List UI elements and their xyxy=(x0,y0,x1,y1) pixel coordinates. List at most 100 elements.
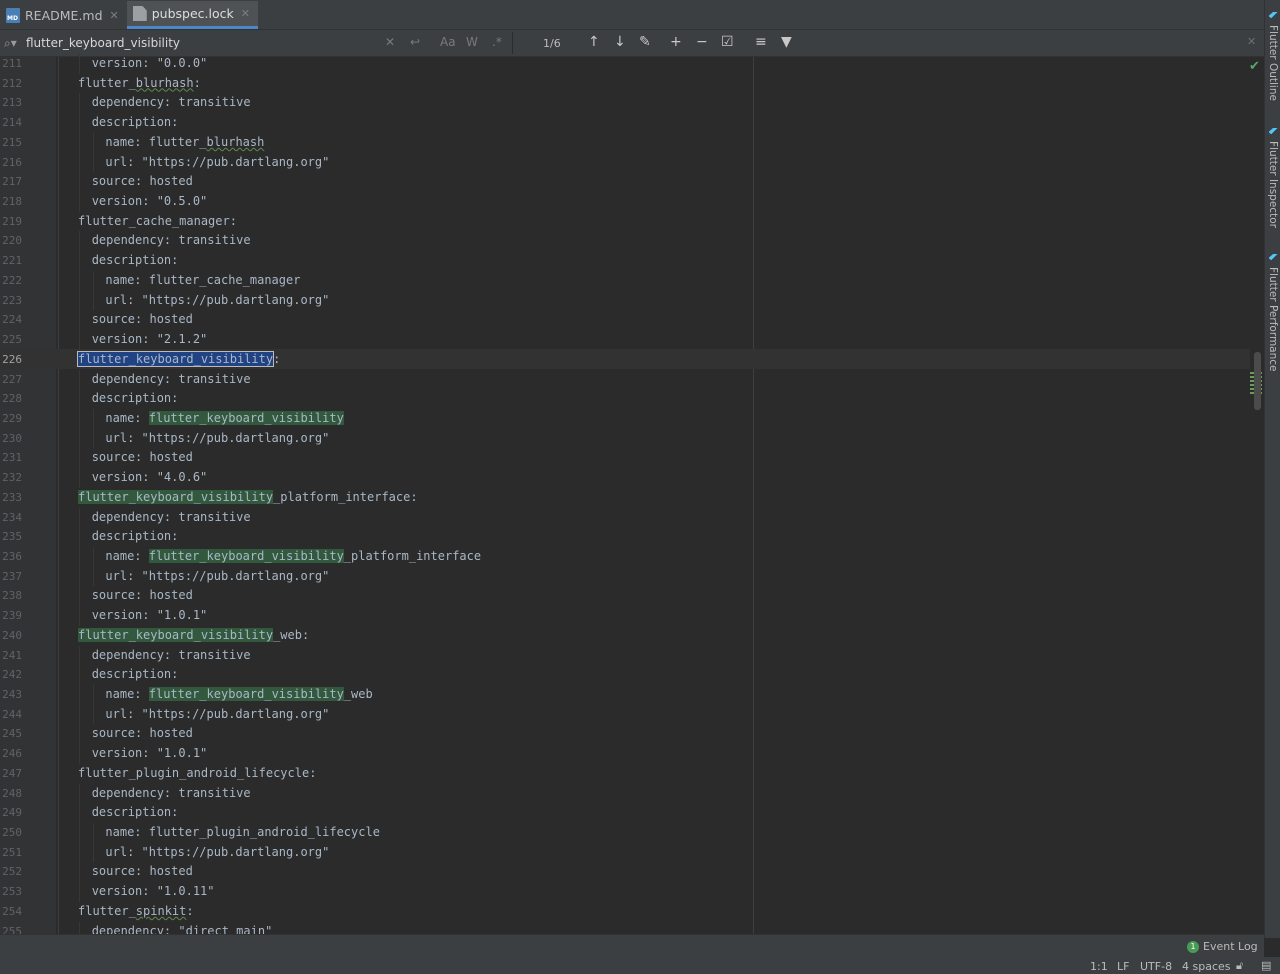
code-line[interactable]: 223 url: "https://pub.dartlang.org" xyxy=(0,290,1250,311)
code-line[interactable]: 251 url: "https://pub.dartlang.org" xyxy=(0,842,1250,863)
tab-pubspec-lock[interactable]: pubspec.lock ✕ xyxy=(126,1,258,29)
code-line[interactable]: 247 flutter_plugin_android_lifecycle: xyxy=(0,764,1250,784)
add-occurrence-icon[interactable]: + xyxy=(670,34,682,50)
indent-guide xyxy=(79,369,80,390)
code-line[interactable]: 229 name: flutter_keyboard_visibility xyxy=(0,408,1250,429)
code-editor[interactable]: 211 version: "0.0.0" 212 flutter_blurhash: 2… xyxy=(0,54,1250,942)
code-line[interactable]: 217 source: hosted xyxy=(0,172,1250,193)
code-line[interactable]: 242 description: xyxy=(0,665,1250,685)
code-line[interactable]: 246 version: "1.0.1" xyxy=(0,744,1250,764)
code-line[interactable]: 228 description: xyxy=(0,389,1250,409)
whole-words-toggle[interactable]: W xyxy=(466,35,478,49)
code-line[interactable]: 234 dependency: transitive xyxy=(0,507,1250,528)
filter-options-icon[interactable]: ≡ xyxy=(755,34,767,50)
code-line[interactable]: 241 dependency: transitive xyxy=(0,645,1250,666)
previous-occurrence-icon[interactable]: ↑ xyxy=(588,34,600,50)
code-line[interactable]: 221 description: xyxy=(0,251,1250,271)
code-line[interactable]: 233 flutter_keyboard_visibility_platform_… xyxy=(0,488,1250,508)
search-match: flutter_keyboard_visibility xyxy=(78,489,274,504)
code-line[interactable]: 250 name: flutter_plugin_android_lifecycl… xyxy=(0,823,1250,843)
line-separator[interactable]: LF xyxy=(1117,960,1129,973)
close-find-icon[interactable]: ✕ xyxy=(1247,35,1256,48)
code-line[interactable]: 212 flutter_blurhash: xyxy=(0,74,1250,94)
remove-occurrence-icon[interactable]: − xyxy=(696,34,708,50)
code-line[interactable]: 236 name: flutter_keyboard_visibility_pla… xyxy=(0,546,1250,567)
indent-guide xyxy=(92,842,94,863)
regex-toggle[interactable]: .* xyxy=(492,35,502,49)
line-number: 246 xyxy=(2,747,22,761)
indent-guide xyxy=(79,408,80,429)
indent-guide xyxy=(79,606,80,626)
indent-setting[interactable]: 4 spaces xyxy=(1182,960,1231,973)
code-line[interactable]: 254 flutter_spinkit: xyxy=(0,902,1250,922)
lock-file-icon xyxy=(132,6,147,21)
code-line[interactable]: 230 url: "https://pub.dartlang.org" xyxy=(0,428,1250,449)
code-line[interactable]: 225 version: "2.1.2" xyxy=(0,330,1250,350)
code-text: version: "0.5.0" xyxy=(91,194,208,209)
code-line[interactable]: 218 version: "0.5.0" xyxy=(0,192,1250,212)
line-number: 219 xyxy=(2,214,22,228)
line-number: 234 xyxy=(2,510,22,524)
search-input[interactable] xyxy=(22,34,390,52)
code-line[interactable]: 224 source: hosted xyxy=(0,310,1250,331)
code-line[interactable]: 237 url: "https://pub.dartlang.org" xyxy=(0,566,1250,587)
code-text: url: "https://pub.dartlang.org" xyxy=(105,706,330,721)
code-line[interactable]: 245 source: hosted xyxy=(0,724,1250,745)
vertical-scrollbar[interactable] xyxy=(1254,352,1261,410)
code-line[interactable]: 249 description: xyxy=(0,803,1250,824)
code-line[interactable]: 252 source: hosted xyxy=(0,862,1250,883)
code-line[interactable]: 214 description: xyxy=(0,113,1250,133)
flutter-inspector-tool[interactable]: Flutter Inspector xyxy=(1265,128,1280,228)
code-line[interactable]: 243 name: flutter_keyboard_visibility_web xyxy=(0,685,1250,705)
clear-search-icon[interactable]: ✕ xyxy=(385,35,395,49)
code-line[interactable]: 253 version: "1.0.11" xyxy=(0,882,1250,902)
line-number: 225 xyxy=(2,333,22,347)
code-line[interactable]: 226 flutter_keyboard_visibility: xyxy=(0,350,1250,370)
code-text: version: "1.0.11" xyxy=(91,884,215,899)
lock-icon[interactable]: 🔓︎ xyxy=(1236,959,1243,973)
code-line[interactable]: 227 dependency: transitive xyxy=(0,369,1250,390)
code-text: url: "https://pub.dartlang.org" xyxy=(105,844,330,859)
indent-guide xyxy=(79,192,80,212)
code-line[interactable]: 216 url: "https://pub.dartlang.org" xyxy=(0,152,1250,173)
code-line[interactable]: 215 name: flutter_blurhash xyxy=(0,132,1250,153)
new-line-icon[interactable]: ↩ xyxy=(410,35,420,49)
code-line[interactable]: 240 flutter_keyboard_visibility_web: xyxy=(0,626,1250,646)
event-log-button[interactable]: 1 Event Log xyxy=(1187,940,1258,953)
next-occurrence-icon[interactable]: ↓ xyxy=(614,34,626,50)
code-text: name: flutter_keyboard_visibility_web xyxy=(105,687,373,701)
file-encoding[interactable]: UTF-8 xyxy=(1140,960,1172,973)
code-line[interactable]: 232 version: "4.0.6" xyxy=(0,468,1250,488)
code-line[interactable]: 239 version: "1.0.1" xyxy=(0,606,1250,626)
code-line[interactable]: 220 dependency: transitive xyxy=(0,231,1250,252)
indent-guide xyxy=(79,152,80,173)
code-text: source: hosted xyxy=(91,588,193,603)
code-line[interactable]: 219 flutter_cache_manager: xyxy=(0,212,1250,232)
line-number: 229 xyxy=(2,411,22,425)
filter-icon[interactable]: ▼ xyxy=(781,34,792,50)
code-line[interactable]: 211 version: "0.0.0" xyxy=(0,54,1250,74)
tab-readme[interactable]: README.md ✕ xyxy=(0,1,127,29)
close-icon[interactable]: ✕ xyxy=(241,7,250,20)
caret-position[interactable]: 1:1 xyxy=(1090,960,1108,973)
code-line[interactable]: 231 source: hosted xyxy=(0,448,1250,469)
memory-indicator-icon[interactable]: ▤ xyxy=(1261,959,1271,972)
code-line[interactable]: 235 description: xyxy=(0,527,1250,547)
code-line[interactable]: 238 source: hosted xyxy=(0,586,1250,607)
code-line[interactable]: 213 dependency: transitive xyxy=(0,93,1250,114)
select-all-occurrences-icon[interactable]: ☑ xyxy=(721,34,734,50)
indent-guide xyxy=(79,645,80,666)
search-icon[interactable]: ⌕▾ xyxy=(4,36,17,51)
flutter-outline-tool[interactable]: Flutter Outline xyxy=(1265,12,1280,101)
flutter-performance-tool[interactable]: Flutter Performance xyxy=(1265,254,1280,372)
match-case-toggle[interactable]: Aa xyxy=(440,35,456,49)
close-icon[interactable]: ✕ xyxy=(110,9,119,22)
pin-icon[interactable]: ✎ xyxy=(639,34,651,50)
code-line[interactable]: 222 name: flutter_cache_manager xyxy=(0,270,1250,291)
line-number: 249 xyxy=(2,806,22,820)
code-line[interactable]: 248 dependency: transitive xyxy=(0,783,1250,804)
code-line[interactable]: 244 url: "https://pub.dartlang.org" xyxy=(0,704,1250,725)
indent-guide xyxy=(79,527,80,547)
indent-guide xyxy=(79,704,80,725)
code-text: url: "https://pub.dartlang.org" xyxy=(105,154,330,169)
